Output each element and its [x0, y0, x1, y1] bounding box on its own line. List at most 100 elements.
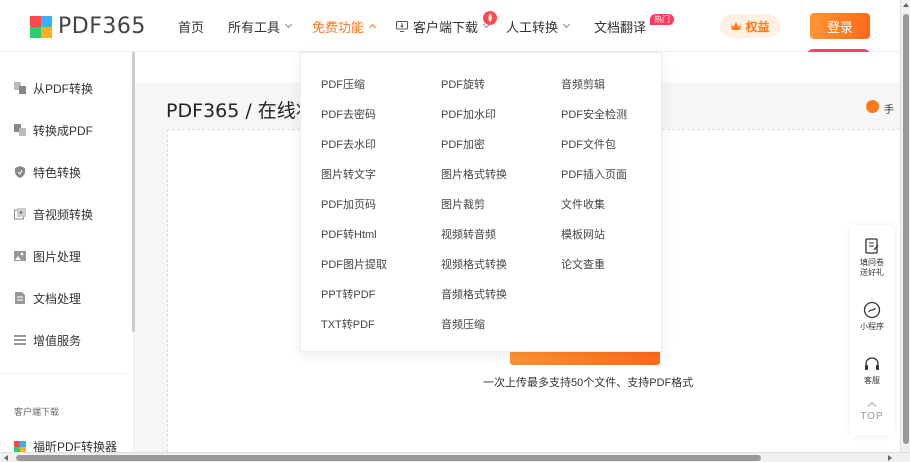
scroll-right-arrow-icon[interactable] [888, 455, 892, 461]
sidebar-item-value-added[interactable]: 增值服务 [14, 330, 81, 350]
sidebar-section-label: 客户端下载 [14, 407, 60, 417]
chevron-up-icon [368, 23, 377, 32]
customer-service-label: 客服 [864, 376, 880, 385]
sidebar-item-label: 图片处理 [33, 249, 82, 264]
menu-item-pdf-rotate[interactable]: PDF旋转 [441, 76, 485, 92]
customer-service-button[interactable]: 客服 [850, 355, 894, 386]
chevron-down-icon [562, 20, 571, 29]
document-icon [15, 292, 25, 304]
sidebar-item-label: 转换成PDF [33, 123, 94, 138]
nav-doc-translate-label: 文档翻译 [594, 19, 647, 35]
sidebar-item-label: 从PDF转换 [33, 81, 94, 96]
rights-button[interactable]: 权益 [720, 14, 780, 38]
sidebar-item-label: 文档处理 [33, 291, 82, 306]
survey-icon [865, 238, 879, 254]
main-nav: 首页 所有工具 免费功能 客户端下载 人工转换 文档翻译 热门 [178, 0, 674, 52]
mini-program-icon [863, 301, 881, 319]
sidebar-item-from-pdf[interactable]: 从PDF转换 [14, 78, 93, 98]
nav-free-features[interactable]: 免费功能 [312, 0, 396, 52]
monitor-icon [396, 20, 408, 32]
convert-from-pdf-icon [14, 82, 26, 94]
scroll-left-arrow-icon[interactable] [4, 455, 8, 461]
vertical-scroll-thumb[interactable] [903, 14, 909, 444]
nav-manual-convert[interactable]: 人工转换 [506, 0, 594, 52]
horizontal-scroll-thumb[interactable] [16, 455, 761, 461]
mini-program-label: 小程序 [860, 322, 884, 331]
back-to-top-label: TOP [860, 411, 884, 422]
menu-item-image-to-text[interactable]: 图片转文字 [321, 166, 376, 182]
nav-all-tools-label: 所有工具 [228, 19, 281, 35]
survey-gift-label: 填问卷送好礼 [860, 258, 884, 277]
sidebar-item-label: 增值服务 [33, 333, 82, 348]
menu-item-video-to-audio[interactable]: 视频转音频 [441, 226, 496, 242]
menu-item-video-format-convert[interactable]: 视频格式转换 [441, 256, 507, 272]
sidebar-item-media[interactable]: 音视频转换 [14, 204, 93, 224]
page-title: PDF365 / 在线将 [166, 100, 315, 122]
top-header: PDF365 首页 所有工具 免费功能 客户端下载 人工转换 文档翻译 热门 权… [0, 0, 910, 52]
nav-all-tools[interactable]: 所有工具 [228, 0, 312, 52]
page: PDF365 首页 所有工具 免费功能 客户端下载 人工转换 文档翻译 热门 权… [0, 0, 910, 462]
list-icon [14, 335, 26, 345]
menu-item-pdf-package[interactable]: PDF文件包 [561, 136, 616, 152]
sidebar-item-to-pdf[interactable]: 转换成PDF [14, 120, 93, 140]
menu-item-file-collect[interactable]: 文件收集 [561, 196, 605, 212]
sidebar-item-image[interactable]: 图片处理 [14, 246, 81, 266]
menu-item-image-format-convert[interactable]: 图片格式转换 [441, 166, 507, 182]
hot-badge: 热门 [650, 14, 674, 25]
menu-item-txt-to-pdf[interactable]: TXT转PDF [321, 316, 375, 332]
sidebar-item-document[interactable]: 文档处理 [14, 288, 81, 308]
menu-item-pdf-compress[interactable]: PDF压缩 [321, 76, 365, 92]
phone-label[interactable]: 手 [884, 101, 894, 116]
crown-icon [731, 22, 742, 30]
nav-home[interactable]: 首页 [178, 0, 228, 52]
chevron-down-icon [284, 20, 293, 29]
nav-client-download[interactable]: 客户端下载 [396, 0, 506, 52]
arrow-up-icon [867, 401, 877, 411]
app-logo-icon [14, 440, 26, 453]
phone-icon[interactable] [866, 100, 879, 113]
vertical-scrollbar[interactable] [900, 0, 910, 452]
menu-item-pdf-remove-password[interactable]: PDF去密码 [321, 106, 376, 122]
menu-item-pdf-security-check[interactable]: PDF安全检测 [561, 106, 627, 122]
sidebar-scrollbar[interactable] [132, 52, 135, 332]
menu-item-pdf-add-watermark[interactable]: PDF加水印 [441, 106, 496, 122]
sidebar-item-label: 特色转换 [33, 165, 82, 180]
menu-item-audio-compress[interactable]: 音频压缩 [441, 316, 485, 332]
nav-manual-convert-label: 人工转换 [506, 19, 559, 35]
nav-client-download-label: 客户端下载 [413, 19, 479, 35]
upload-hint: 一次上传最多支持50个文件、支持PDF格式 [483, 377, 694, 389]
convert-to-pdf-icon [14, 124, 26, 136]
menu-item-pdf-remove-watermark[interactable]: PDF去水印 [321, 136, 376, 152]
menu-item-paper-check[interactable]: 论文查重 [561, 256, 605, 272]
menu-item-template-site[interactable]: 模板网站 [561, 226, 605, 242]
scroll-up-arrow-icon[interactable] [903, 3, 909, 7]
media-icon [14, 208, 26, 220]
sidebar-divider [0, 373, 126, 374]
horizontal-scrollbar[interactable] [0, 452, 910, 462]
logo[interactable]: PDF365 [30, 14, 146, 39]
nav-free-features-label: 免费功能 [312, 19, 365, 35]
menu-item-audio-format-convert[interactable]: 音频格式转换 [441, 286, 507, 302]
sidebar: 从PDF转换 转换成PDF 特色转换 音视频转换 图片处理 文档处理 增值服务 … [0, 52, 134, 454]
mini-program-button[interactable]: 小程序 [850, 301, 894, 332]
menu-item-pdf-page-numbers[interactable]: PDF加页码 [321, 196, 376, 212]
menu-item-ppt-to-pdf[interactable]: PPT转PDF [321, 286, 375, 302]
back-to-top-button[interactable]: TOP [850, 401, 894, 422]
logo-text: PDF365 [58, 14, 146, 39]
rights-label: 权益 [745, 19, 770, 34]
image-icon [14, 251, 26, 261]
sidebar-item-featured[interactable]: 特色转换 [14, 162, 81, 182]
menu-item-pdf-to-html[interactable]: PDF转Html [321, 226, 377, 242]
menu-item-pdf-encrypt[interactable]: PDF加密 [441, 136, 485, 152]
nav-home-label: 首页 [178, 19, 205, 35]
survey-gift-button[interactable]: 填问卷送好礼 [850, 237, 894, 278]
menu-item-image-crop[interactable]: 图片裁剪 [441, 196, 485, 212]
menu-item-audio-trim[interactable]: 音频剪辑 [561, 76, 605, 92]
flame-icon [483, 11, 497, 25]
menu-item-pdf-extract-images[interactable]: PDF图片提取 [321, 256, 387, 272]
nav-doc-translate[interactable]: 文档翻译 热门 [594, 0, 674, 52]
floating-toolbar: 填问卷送好礼 小程序 客服 TOP [850, 225, 894, 435]
headset-icon [865, 357, 879, 370]
login-button[interactable]: 登录 [810, 13, 870, 39]
menu-item-pdf-insert-page[interactable]: PDF插入页面 [561, 166, 627, 182]
